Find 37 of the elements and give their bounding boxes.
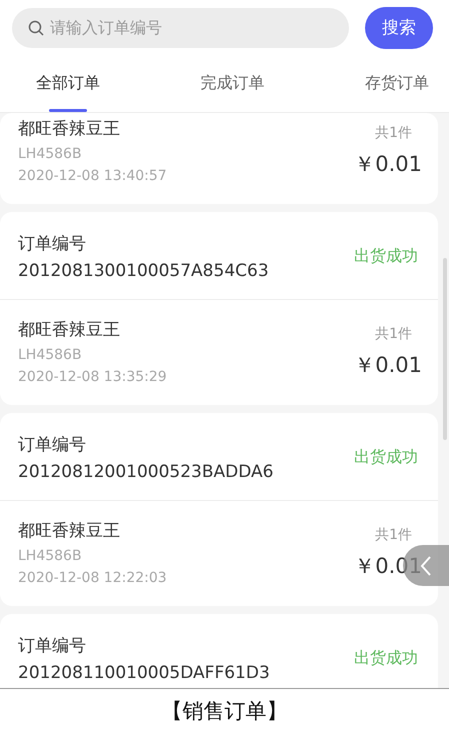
order-number-label: 订单编号 — [18, 233, 87, 255]
search-icon — [28, 20, 44, 36]
product-code: LH4586B — [18, 347, 83, 363]
order-time: 2020-12-08 12:22:03 — [18, 570, 167, 586]
product-name: 都旺香辣豆王 — [18, 319, 121, 341]
order-card[interactable]: 都旺香辣豆王 LH4586B 2020-12-08 13:40:57 共1件 ￥0.01 — [0, 113, 438, 204]
caption: 【销售订单】 — [162, 698, 288, 725]
price: ￥0.01 — [354, 552, 422, 580]
order-number: 20120812001000523BADDA6 — [18, 462, 274, 482]
order-card[interactable]: 订单编号 201208110010005DAFF61D3 出货成功 — [0, 614, 438, 688]
order-number: 201208110010005DAFF61D3 — [18, 663, 270, 683]
order-card[interactable]: 订单编号 2012081300100057A854C63 出货成功 都旺香辣豆王 LH4586B 2020-12-08 13:35:29 共1件 ￥0.01 — [0, 212, 438, 405]
product-code: LH4586B — [18, 548, 83, 564]
search-button[interactable]: 搜索 — [365, 6, 433, 48]
price: ￥0.01 — [354, 150, 422, 178]
item-count: 共1件 — [375, 324, 412, 342]
tab[interactable]: 存货订单 — [365, 55, 429, 112]
tab[interactable]: 全部订单 — [36, 55, 100, 112]
order-status: 出货成功 — [354, 447, 418, 468]
order-number-label: 订单编号 — [18, 635, 87, 657]
order-status: 出货成功 — [354, 648, 418, 669]
order-number: 2012081300100057A854C63 — [18, 261, 269, 281]
product-name: 都旺香辣豆王 — [18, 118, 121, 140]
order-time: 2020-12-08 13:40:57 — [18, 168, 167, 184]
order-number-label: 订单编号 — [18, 434, 87, 456]
item-count: 共1件 — [375, 124, 412, 142]
product-name: 都旺香辣豆王 — [18, 520, 121, 542]
order-status: 出货成功 — [354, 246, 418, 267]
order-card[interactable]: 订单编号 20120812001000523BADDA6 出货成功 都旺香辣豆王 LH4586B 2020-12-08 12:22:03 共1件 ￥0.01 — [0, 413, 438, 606]
tab[interactable]: 完成订单 — [200, 55, 264, 112]
order-time: 2020-12-08 13:35:29 — [18, 369, 167, 385]
tab-indicator — [49, 109, 87, 112]
chevron-left-icon — [420, 554, 432, 576]
item-count: 共1件 — [375, 526, 412, 544]
product-code: LH4586B — [18, 146, 83, 162]
search-field[interactable]: 请输入订单编号 — [12, 8, 349, 48]
price: ￥0.01 — [354, 352, 422, 378]
